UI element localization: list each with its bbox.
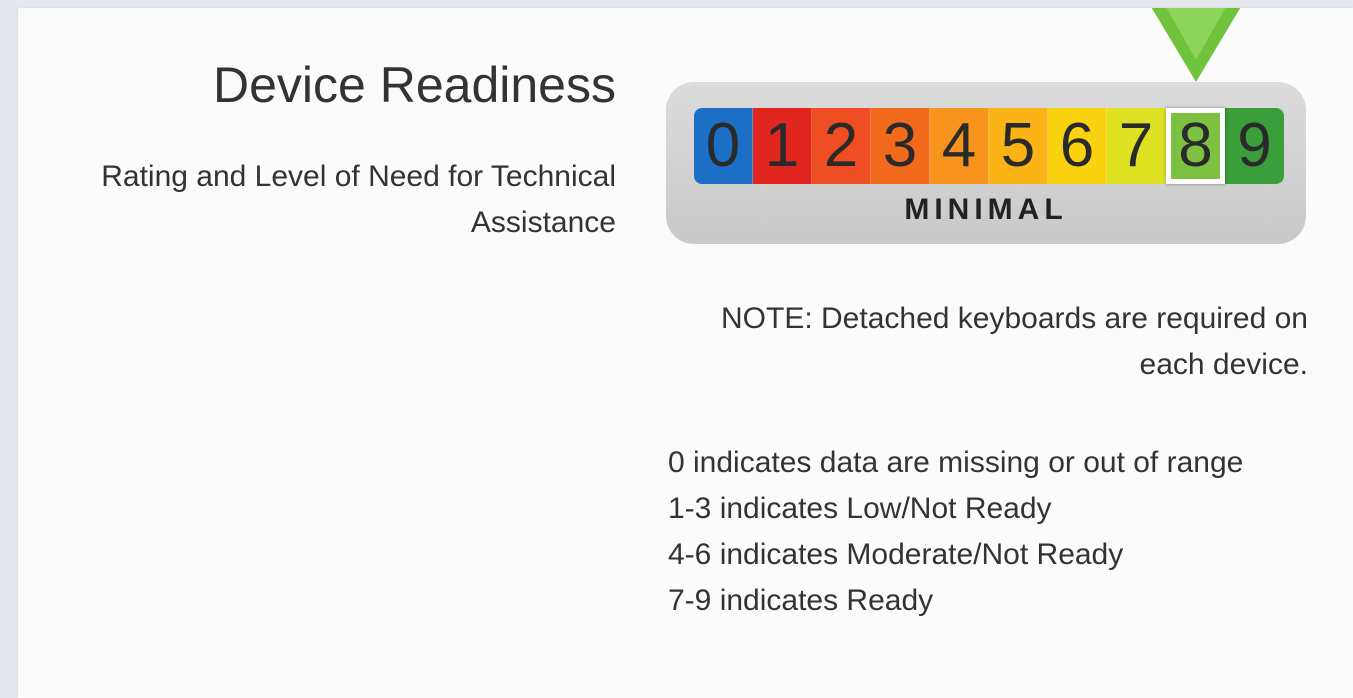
meter-digit-2: 2 — [812, 108, 871, 184]
meter-digit-5: 5 — [989, 108, 1048, 184]
page-subtitle: Rating and Level of Need for Technical A… — [101, 160, 616, 239]
legend-line-moderate: 4-6 indicates Moderate/Not Ready — [668, 538, 1124, 571]
device-readiness-card: Device Readiness Rating and Level of Nee… — [18, 8, 1353, 698]
meter-digit-8: 8 — [1166, 108, 1225, 184]
meter-digits: 0123456789 — [694, 108, 1284, 184]
legend-line-low: 1-3 indicates Low/Not Ready — [668, 492, 1052, 525]
legend-line-missing: 0 indicates data are missing or out of r… — [668, 446, 1244, 479]
meter-digit-1: 1 — [753, 108, 812, 184]
readiness-meter: 0123456789 MINIMAL — [666, 8, 1311, 252]
meter-digit-7: 7 — [1107, 108, 1166, 184]
keyboard-note: NOTE: Detached keyboards are required on… — [721, 302, 1308, 381]
legend-line-ready: 7-9 indicates Ready — [668, 584, 934, 617]
readiness-level-label: MINIMAL — [904, 193, 1068, 226]
meter-digit-3: 3 — [871, 108, 930, 184]
meter-digit-6: 6 — [1048, 108, 1107, 184]
meter-digit-0: 0 — [694, 108, 753, 184]
meter-digit-4: 4 — [930, 108, 989, 184]
page-title: Device Readiness — [213, 57, 616, 113]
pointer-arrow-highlight — [1162, 8, 1230, 60]
meter-digit-9: 9 — [1225, 108, 1284, 184]
rating-legend: 0 indicates data are missing or out of r… — [668, 440, 1268, 624]
